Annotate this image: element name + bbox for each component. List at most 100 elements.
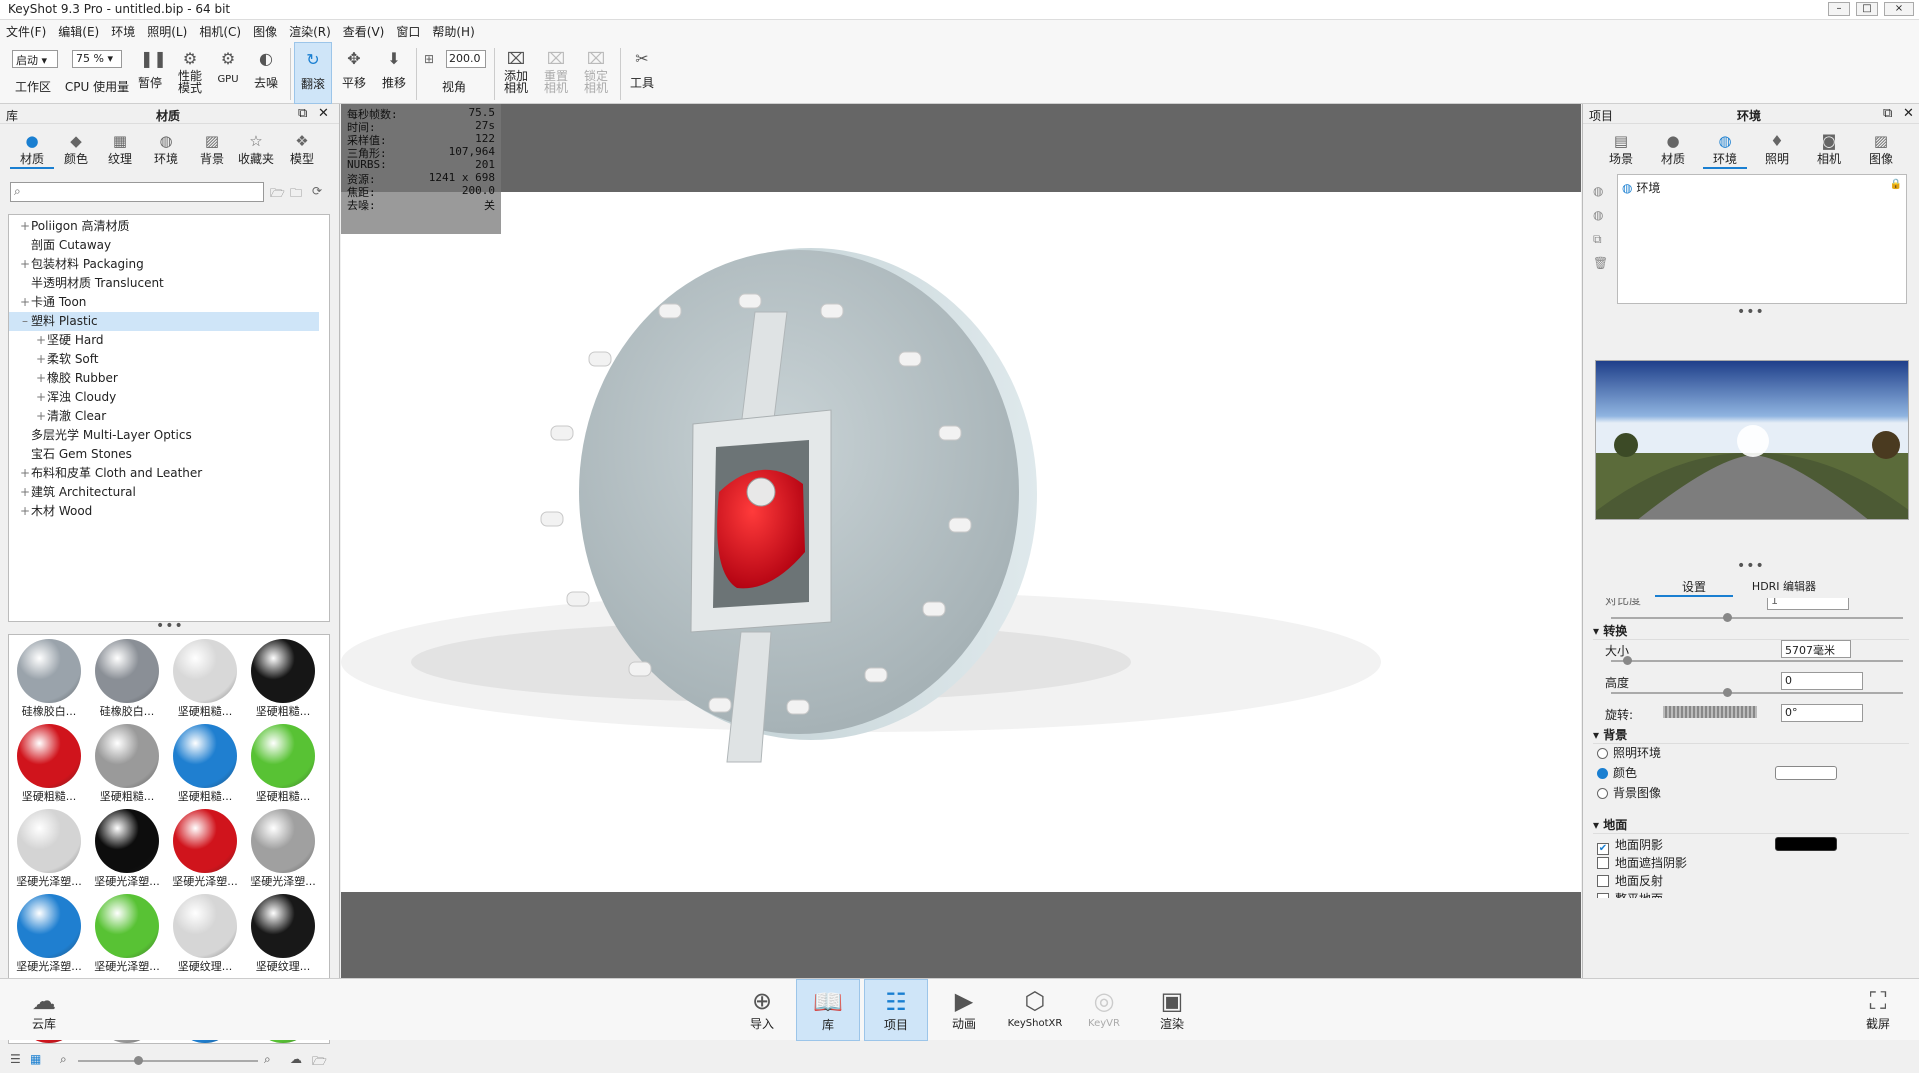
pause-button[interactable]: ❚❚ 暂停: [132, 42, 168, 104]
background-option[interactable]: 颜色: [1597, 764, 1897, 784]
keyshotxr-button[interactable]: ⬡ KeyShotXR: [1000, 979, 1070, 1041]
expand-toggle-icon[interactable]: +: [35, 369, 47, 388]
tree-item[interactable]: – 塑料 Plastic: [9, 312, 319, 331]
splitter-handle[interactable]: •••: [156, 618, 184, 634]
tree-item[interactable]: 剖面 Cutaway: [9, 236, 319, 255]
performance-mode-button[interactable]: ⚙ 性能 模式: [172, 42, 208, 104]
contrast-slider[interactable]: [1611, 617, 1903, 619]
radio-icon[interactable]: [1597, 788, 1608, 799]
render-canvas[interactable]: [341, 192, 1581, 892]
slider-knob[interactable]: [134, 1056, 143, 1065]
tumble-button[interactable]: ↻ 翻滚: [294, 42, 332, 104]
size-slider[interactable]: [1611, 660, 1903, 662]
delete-icon[interactable]: 🗑: [1593, 256, 1608, 270]
material-thumbnail[interactable]: 坚硬光泽塑...: [89, 892, 165, 977]
expand-toggle-icon[interactable]: +: [35, 388, 47, 407]
tab-models[interactable]: ❖ 模型: [280, 132, 324, 167]
tab-backplates[interactable]: ▨ 背景: [190, 132, 234, 167]
background-color-swatch[interactable]: [1775, 766, 1837, 780]
rotation-dial[interactable]: [1663, 706, 1757, 718]
tab-environments[interactable]: ◍ 环境: [144, 132, 188, 167]
size-input[interactable]: 5707毫米: [1781, 640, 1851, 658]
menu-camera[interactable]: 相机(C): [193, 20, 247, 40]
tree-item[interactable]: 半透明材质 Translucent: [9, 274, 319, 293]
expand-toggle-icon[interactable]: +: [19, 293, 31, 312]
float-icon[interactable]: ⧉: [298, 106, 307, 121]
zoom-out-icon[interactable]: ⌕: [60, 1052, 67, 1067]
expand-toggle-icon[interactable]: +: [19, 464, 31, 483]
lock-camera-button[interactable]: ⌧ 锁定 相机: [578, 42, 614, 104]
menu-file[interactable]: 文件(F): [0, 20, 52, 40]
upload-icon[interactable]: ☁: [290, 1052, 302, 1066]
reset-camera-button[interactable]: ⌧ 重置 相机: [538, 42, 574, 104]
height-input[interactable]: 0: [1781, 672, 1863, 690]
section-transform[interactable]: ▾ 转换: [1593, 622, 1909, 640]
section-ground[interactable]: ▾ 地面: [1593, 816, 1909, 834]
tab-scene[interactable]: ▤ 场景: [1599, 132, 1643, 167]
slider-knob[interactable]: [1723, 613, 1732, 622]
minimize-button[interactable]: –: [1828, 2, 1850, 16]
menu-window[interactable]: 窗口: [390, 20, 426, 40]
ground-option[interactable]: ✔ 地面阴影: [1597, 836, 1897, 856]
project-button[interactable]: ☷ 项目: [864, 979, 928, 1041]
tree-item[interactable]: +坚硬 Hard: [9, 331, 319, 350]
tree-item[interactable]: +包装材料 Packaging: [9, 255, 319, 274]
material-thumbnail[interactable]: 坚硬光泽塑...: [167, 807, 243, 892]
ground-option[interactable]: 地面反射: [1597, 872, 1897, 892]
expand-toggle-icon[interactable]: +: [35, 331, 47, 350]
tree-item[interactable]: +清澈 Clear: [9, 407, 319, 426]
library-search-input[interactable]: ⌕: [10, 182, 264, 202]
ground-option[interactable]: 整平地面: [1597, 890, 1897, 898]
menu-edit[interactable]: 编辑(E): [52, 20, 105, 40]
material-thumbnail[interactable]: 硅橡胶白...: [11, 637, 87, 722]
maximize-button[interactable]: □: [1856, 2, 1878, 16]
folder-open-icon[interactable]: 🗁: [270, 184, 285, 205]
material-thumbnail[interactable]: 坚硬光泽塑...: [11, 807, 87, 892]
list-view-icon[interactable]: ☰: [10, 1052, 21, 1066]
animation-button[interactable]: ▶ 动画: [932, 979, 996, 1041]
tab-settings[interactable]: 设置: [1655, 578, 1733, 597]
cpu-usage-button[interactable]: CPU 使用量: [64, 42, 130, 104]
environment-list-item[interactable]: ◍ 环境: [1622, 179, 1660, 196]
import-folder-icon[interactable]: 🗁: [312, 1052, 327, 1073]
expand-toggle-icon[interactable]: +: [19, 502, 31, 521]
expand-toggle-icon[interactable]: –: [19, 312, 31, 331]
material-thumbnail[interactable]: 坚硬光泽塑...: [11, 892, 87, 977]
pan-button[interactable]: ✥ 平移: [336, 42, 372, 104]
checkbox-icon[interactable]: [1597, 857, 1609, 869]
float-icon[interactable]: ⧉: [1883, 106, 1892, 121]
ground-shadow-color-swatch[interactable]: [1775, 837, 1837, 851]
cloud-library-button[interactable]: ☁ 云库: [12, 979, 76, 1041]
splitter-handle[interactable]: •••: [1737, 558, 1765, 574]
expand-toggle-icon[interactable]: +: [19, 483, 31, 502]
add-environment-icon[interactable]: ◍: [1593, 184, 1603, 198]
expand-toggle-icon[interactable]: +: [35, 407, 47, 426]
menu-image[interactable]: 图像: [247, 20, 283, 40]
denoise-button[interactable]: ◐ 去噪: [248, 42, 284, 104]
grid-view-icon[interactable]: ▦: [30, 1052, 41, 1066]
contrast-input[interactable]: 1: [1767, 598, 1849, 610]
tree-item[interactable]: +柔软 Soft: [9, 350, 319, 369]
import-button[interactable]: ⊕ 导入: [730, 979, 794, 1041]
material-thumbnail[interactable]: 坚硬粗糙...: [167, 722, 243, 807]
tab-textures[interactable]: ▦ 纹理: [98, 132, 142, 167]
close-panel-icon[interactable]: ✕: [1903, 106, 1914, 121]
material-thumbnail[interactable]: 坚硬光泽塑...: [245, 807, 321, 892]
menu-help[interactable]: 帮助(H): [426, 20, 480, 40]
zoom-in-icon[interactable]: ⌕: [264, 1052, 271, 1067]
workspace-button[interactable]: 工作区: [10, 42, 56, 104]
rotation-input[interactable]: 0°: [1781, 704, 1863, 722]
radio-icon[interactable]: [1597, 748, 1608, 759]
keyvr-button[interactable]: ◎ KeyVR: [1072, 979, 1136, 1041]
close-button[interactable]: ×: [1884, 2, 1914, 16]
tree-item[interactable]: +卡通 Toon: [9, 293, 319, 312]
tree-item[interactable]: 多层光学 Multi-Layer Optics: [9, 426, 319, 445]
screenshot-button[interactable]: ⛶ 截屏: [1846, 979, 1910, 1041]
hdri-preview[interactable]: [1595, 360, 1909, 520]
render-button[interactable]: ▣ 渲染: [1140, 979, 1204, 1041]
material-thumbnail[interactable]: 坚硬粗糙...: [11, 722, 87, 807]
tree-item[interactable]: +木材 Wood: [9, 502, 319, 521]
background-option[interactable]: 照明环境: [1597, 744, 1897, 764]
material-thumbnail[interactable]: 坚硬粗糙...: [89, 722, 165, 807]
expand-toggle-icon[interactable]: +: [35, 350, 47, 369]
